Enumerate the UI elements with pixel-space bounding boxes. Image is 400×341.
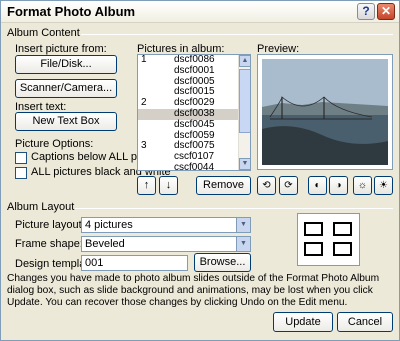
black-white-checkbox[interactable] [15, 167, 27, 179]
scanner-camera-button[interactable]: Scanner/Camera... [15, 79, 117, 98]
list-item[interactable]: cscf0044 [138, 161, 250, 171]
album-content-separator [81, 34, 393, 35]
preview-frame [257, 54, 393, 170]
pictures-list[interactable]: 1 dscf0086 dscf0001 dscf0005 dscf0015 2 dscf00… [137, 54, 251, 171]
layout-cell [304, 222, 323, 236]
list-item[interactable]: dscf0001 [138, 64, 250, 77]
picture-layout-label: Picture layout: [15, 219, 85, 231]
move-up-button[interactable]: ↑ [137, 176, 156, 195]
file-disk-button[interactable]: File/Disk... [15, 55, 117, 74]
picture-layout-dropdown[interactable]: 4 pictures ▼ [81, 217, 251, 233]
bridge-photo-illustration [262, 59, 388, 165]
contrast-less-icon[interactable]: ◑ [329, 176, 348, 195]
list-item-number: 3 [141, 140, 147, 152]
chevron-down-icon[interactable]: ▼ [236, 218, 250, 232]
help-button[interactable]: ? [357, 3, 375, 20]
chevron-down-icon[interactable]: ▼ [236, 237, 250, 251]
album-layout-group-title: Album Layout [7, 201, 75, 213]
brightness-more-icon[interactable]: ☼ [353, 176, 372, 195]
contrast-more-icon[interactable]: ◐ [308, 176, 327, 195]
rotate-right-icon[interactable]: ⟳ [279, 176, 298, 195]
list-item-number: 2 [141, 97, 147, 109]
preview-photo [262, 59, 388, 165]
list-item-name: dscf0001 [174, 64, 215, 76]
album-layout-separator [75, 208, 393, 209]
frame-shape-label: Frame shape: [15, 238, 83, 250]
format-photo-album-dialog: Format Photo Album ? ✕ Album Content Ins… [0, 0, 400, 341]
layout-cell [333, 242, 352, 256]
design-template-input[interactable]: 001 [81, 255, 188, 271]
remove-button[interactable]: Remove [196, 176, 251, 195]
brightness-less-icon[interactable]: ☀ [374, 176, 393, 195]
picture-options-label: Picture Options: [15, 138, 94, 150]
scroll-up-icon[interactable]: ▲ [239, 55, 250, 67]
list-item-name: cscf0044 [174, 161, 215, 171]
frame-shape-value: Beveled [85, 238, 125, 250]
scroll-down-icon[interactable]: ▼ [239, 158, 250, 170]
new-text-box-button[interactable]: New Text Box [15, 112, 117, 131]
cancel-button[interactable]: Cancel [337, 312, 393, 332]
captions-checkbox[interactable] [15, 152, 27, 164]
layout-preview [297, 213, 360, 266]
scroll-thumb[interactable] [239, 69, 250, 133]
pictures-list-scrollbar[interactable]: ▲ ▼ [238, 55, 250, 170]
dialog-title: Format Photo Album [7, 4, 136, 19]
title-bar: Format Photo Album ? ✕ [1, 1, 399, 23]
layout-cell [304, 242, 323, 256]
album-content-group-title: Album Content [7, 27, 80, 39]
design-template-value: 001 [85, 257, 104, 269]
picture-layout-value: 4 pictures [85, 219, 133, 231]
layout-cell [333, 222, 352, 236]
frame-shape-dropdown[interactable]: Beveled ▼ [81, 236, 251, 252]
move-down-button[interactable]: ↓ [159, 176, 178, 195]
list-item[interactable]: dscf0045 [138, 118, 250, 131]
list-item-name: dscf0045 [174, 118, 215, 130]
rotate-left-icon[interactable]: ⟲ [257, 176, 276, 195]
list-item-number: 1 [141, 54, 147, 65]
update-warning-note: Changes you have made to photo album sli… [7, 273, 380, 308]
browse-button[interactable]: Browse... [194, 253, 251, 272]
insert-picture-from-label: Insert picture from: [15, 43, 107, 55]
update-button[interactable]: Update [273, 312, 333, 332]
close-button[interactable]: ✕ [377, 3, 395, 20]
